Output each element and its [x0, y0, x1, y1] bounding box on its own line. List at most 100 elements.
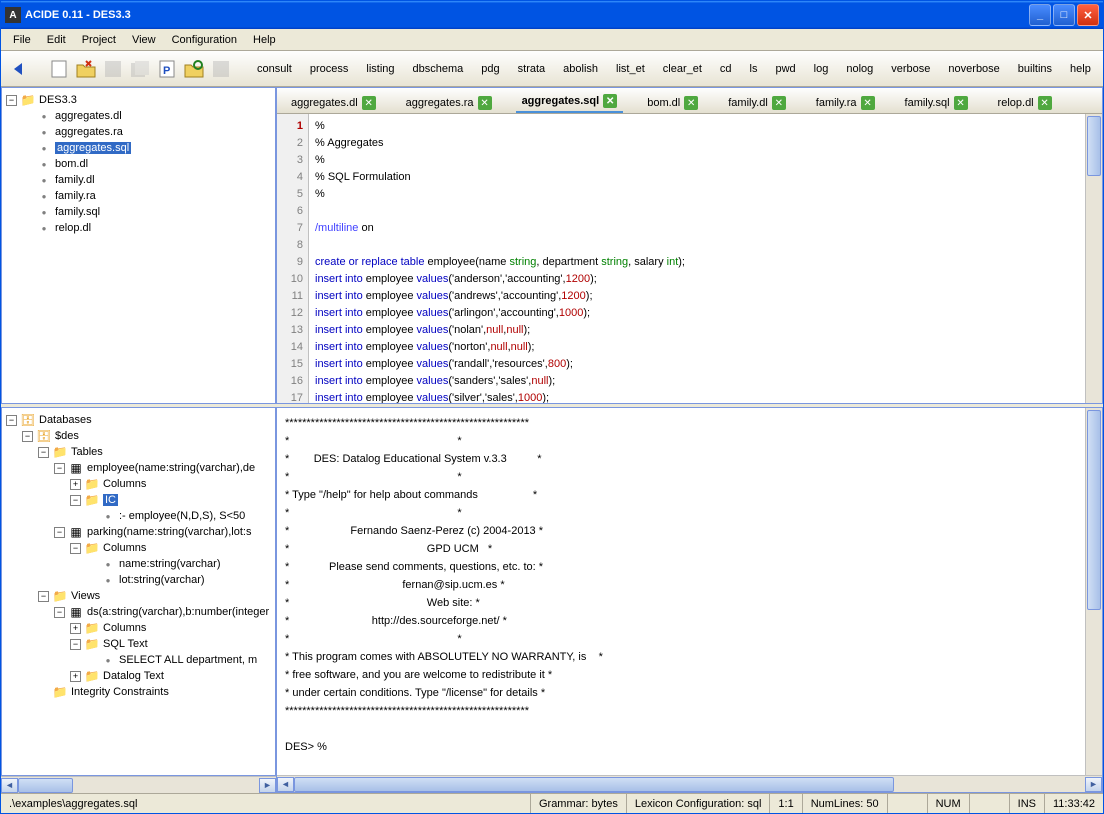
menu-help[interactable]: Help: [245, 32, 284, 48]
project-root[interactable]: − 📁 DES3.3: [4, 92, 273, 108]
db-view-columns[interactable]: +📁Columns: [4, 620, 273, 636]
tb-clear-et[interactable]: clear_et: [657, 59, 708, 79]
editor-tab[interactable]: family.dl✕: [722, 93, 792, 113]
menu-edit[interactable]: Edit: [39, 32, 74, 48]
collapse-icon[interactable]: −: [6, 415, 17, 426]
tab-close-icon[interactable]: ✕: [954, 96, 968, 110]
project-file[interactable]: ●family.ra: [4, 188, 273, 204]
tab-close-icon[interactable]: ✕: [1038, 96, 1052, 110]
tb-dbschema[interactable]: dbschema: [407, 59, 470, 79]
project-file[interactable]: ●aggregates.dl: [4, 108, 273, 124]
tb-pdg[interactable]: pdg: [475, 59, 505, 79]
db-root[interactable]: −🗄Databases: [4, 412, 273, 428]
db-col-lot[interactable]: ●lot:string(varchar): [4, 572, 273, 588]
tb-ls[interactable]: ls: [744, 59, 764, 79]
tb-abolish[interactable]: abolish: [557, 59, 604, 79]
collapse-icon[interactable]: −: [6, 95, 17, 106]
tb-cd[interactable]: cd: [714, 59, 738, 79]
project-file[interactable]: ●bom.dl: [4, 156, 273, 172]
db-tree-scrollbar-h[interactable]: ◄ ►: [1, 776, 276, 793]
db-ic[interactable]: −📁IC: [4, 492, 273, 508]
collapse-icon[interactable]: −: [38, 447, 49, 458]
collapse-icon[interactable]: −: [22, 431, 33, 442]
project-file[interactable]: ●family.dl: [4, 172, 273, 188]
collapse-icon[interactable]: −: [54, 463, 65, 474]
collapse-icon[interactable]: −: [70, 495, 81, 506]
tb-verbose[interactable]: verbose: [885, 59, 936, 79]
db-dltext[interactable]: +📁Datalog Text: [4, 668, 273, 684]
code-area[interactable]: %% Aggregates%% SQL Formulation% /multil…: [309, 114, 1085, 403]
expand-icon[interactable]: +: [70, 479, 81, 490]
project-file[interactable]: ●aggregates.ra: [4, 124, 273, 140]
db-sqltext[interactable]: −📁SQL Text: [4, 636, 273, 652]
tb-log[interactable]: log: [808, 59, 835, 79]
menu-project[interactable]: Project: [74, 32, 124, 48]
collapse-icon[interactable]: −: [38, 591, 49, 602]
editor-tab[interactable]: aggregates.ra✕: [400, 93, 498, 113]
editor-tab[interactable]: bom.dl✕: [641, 93, 704, 113]
tb-builtins[interactable]: builtins: [1012, 59, 1058, 79]
new-file-button[interactable]: [49, 55, 69, 83]
grey-button[interactable]: [211, 55, 231, 83]
db-col-name[interactable]: ●name:string(varchar): [4, 556, 273, 572]
scroll-right-icon[interactable]: ►: [259, 778, 276, 793]
db-des[interactable]: −🗄$des: [4, 428, 273, 444]
back-button[interactable]: [7, 55, 29, 83]
expand-icon[interactable]: +: [70, 623, 81, 634]
menu-configuration[interactable]: Configuration: [164, 32, 245, 48]
editor-tab[interactable]: aggregates.sql✕: [516, 91, 624, 113]
tab-close-icon[interactable]: ✕: [362, 96, 376, 110]
editor-tab[interactable]: aggregates.dl✕: [285, 93, 382, 113]
expand-icon[interactable]: +: [70, 671, 81, 682]
scroll-left-icon[interactable]: ◄: [1, 778, 18, 793]
db-table-parking[interactable]: −▦parking(name:string(varchar),lot:s: [4, 524, 273, 540]
project-file[interactable]: ●relop.dl: [4, 220, 273, 236]
db-sqltext-val[interactable]: ●SELECT ALL department, m: [4, 652, 273, 668]
tab-close-icon[interactable]: ✕: [861, 96, 875, 110]
tb-nolog[interactable]: nolog: [840, 59, 879, 79]
db-tables[interactable]: −📁Tables: [4, 444, 273, 460]
tb-noverbose[interactable]: noverbose: [942, 59, 1005, 79]
db-views[interactable]: −📁Views: [4, 588, 273, 604]
tb-pwd[interactable]: pwd: [769, 59, 801, 79]
minimize-button[interactable]: _: [1029, 4, 1051, 26]
project-file[interactable]: ●aggregates.sql: [4, 140, 273, 156]
tb-help[interactable]: help: [1064, 59, 1097, 79]
editor-scrollbar-v[interactable]: [1085, 114, 1102, 403]
tb-list-et[interactable]: list_et: [610, 59, 651, 79]
scroll-left-icon[interactable]: ◄: [277, 777, 294, 792]
project-file[interactable]: ●family.sql: [4, 204, 273, 220]
refresh-button[interactable]: [183, 55, 205, 83]
scroll-right-icon[interactable]: ►: [1085, 777, 1102, 792]
tb-process[interactable]: process: [304, 59, 355, 79]
db-integrity[interactable]: 📁Integrity Constraints: [4, 684, 273, 700]
menu-view[interactable]: View: [124, 32, 164, 48]
editor-tab[interactable]: family.ra✕: [810, 93, 881, 113]
console-scrollbar-v[interactable]: [1085, 408, 1102, 775]
tb-listing[interactable]: listing: [360, 59, 400, 79]
db-table-employee[interactable]: −▦employee(name:string(varchar),de: [4, 460, 273, 476]
open-file-button[interactable]: [75, 55, 97, 83]
collapse-icon[interactable]: −: [70, 543, 81, 554]
db-view-ds[interactable]: −▦ds(a:string(varchar),b:number(integer: [4, 604, 273, 620]
tab-close-icon[interactable]: ✕: [478, 96, 492, 110]
tab-close-icon[interactable]: ✕: [603, 94, 617, 108]
menu-file[interactable]: File: [5, 32, 39, 48]
close-button[interactable]: ✕: [1077, 4, 1099, 26]
code-editor[interactable]: 1234567891011121314151617 %% Aggregates%…: [277, 114, 1102, 403]
maximize-button[interactable]: □: [1053, 4, 1075, 26]
collapse-icon[interactable]: −: [70, 639, 81, 650]
editor-tab[interactable]: relop.dl✕: [992, 93, 1058, 113]
tb-consult[interactable]: consult: [251, 59, 298, 79]
db-columns-parking[interactable]: −📁Columns: [4, 540, 273, 556]
db-ic-rule[interactable]: ●:- employee(N,D,S), S<50: [4, 508, 273, 524]
save-button[interactable]: [103, 55, 123, 83]
tb-strata[interactable]: strata: [512, 59, 552, 79]
tab-close-icon[interactable]: ✕: [772, 96, 786, 110]
save-all-button[interactable]: [129, 55, 151, 83]
db-columns-employee[interactable]: +📁Columns: [4, 476, 273, 492]
collapse-icon[interactable]: −: [54, 527, 65, 538]
collapse-icon[interactable]: −: [54, 607, 65, 618]
p-button[interactable]: P: [157, 55, 177, 83]
editor-tab[interactable]: family.sql✕: [899, 93, 974, 113]
